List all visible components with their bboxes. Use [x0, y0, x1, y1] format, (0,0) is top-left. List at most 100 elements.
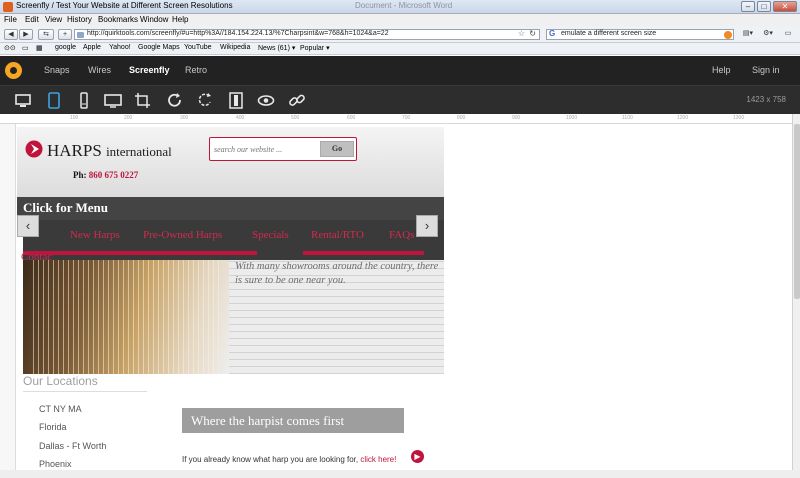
- tv-icon[interactable]: [104, 92, 122, 109]
- quirktools-logo-icon[interactable]: [5, 62, 22, 79]
- harpist-text: If you already know what harp you are lo…: [182, 455, 396, 464]
- bookmark-news[interactable]: News (61) ▾: [258, 44, 295, 52]
- menu-pre-owned-harps[interactable]: Pre-Owned Harps: [143, 229, 222, 241]
- new-tab-button[interactable]: +: [58, 29, 72, 40]
- ruler-tick: 700: [402, 115, 411, 121]
- back-button[interactable]: ◀: [4, 29, 18, 40]
- bookmark-youtube[interactable]: YouTube: [184, 44, 212, 51]
- scroll-icon[interactable]: [227, 92, 245, 109]
- search-go-icon[interactable]: [724, 31, 732, 39]
- slider-prev-button[interactable]: ‹: [17, 215, 39, 237]
- top-sites-icon[interactable]: ▦: [36, 44, 43, 52]
- vertical-ruler: [0, 124, 16, 478]
- ruler-tick: 1300: [733, 115, 745, 121]
- menu-rental-rto[interactable]: Rental/RTO: [311, 229, 364, 241]
- menu-file[interactable]: File: [4, 15, 17, 24]
- location-item[interactable]: CT NY MA: [39, 404, 82, 414]
- menu-history[interactable]: History: [67, 15, 92, 24]
- tablet-icon[interactable]: [45, 92, 63, 109]
- search-bar[interactable]: G emulate a different screen size: [546, 29, 734, 40]
- click-here-link[interactable]: click here!: [360, 455, 396, 464]
- site-favicon-icon: [77, 32, 84, 38]
- link-icon[interactable]: [288, 92, 306, 109]
- menu-toggle-label: Click for Menu: [23, 200, 108, 215]
- menu-edit[interactable]: Edit: [25, 15, 39, 24]
- menu-specials[interactable]: Specials: [252, 229, 289, 241]
- harp-strings-texture: [33, 260, 223, 374]
- bookmark-popular[interactable]: Popular ▾: [300, 44, 330, 52]
- window-icon[interactable]: ▭: [781, 29, 795, 40]
- bookmark-yahoo[interactable]: Yahoo!: [109, 44, 131, 51]
- close-button[interactable]: ✕: [773, 1, 797, 12]
- phone-icon[interactable]: [75, 92, 93, 109]
- page-menu-icon[interactable]: ▤▾: [740, 29, 756, 40]
- scrollbar-thumb[interactable]: [794, 124, 800, 299]
- ruler-tick: 100: [70, 115, 79, 121]
- menu-toggle[interactable]: Click for Menu: [17, 197, 444, 220]
- bookmark-wikipedia[interactable]: Wikipedia: [220, 44, 250, 51]
- refresh-icon[interactable]: [196, 92, 214, 109]
- menu-view[interactable]: View: [45, 15, 62, 24]
- arrow-right-icon[interactable]: ▶: [411, 450, 424, 463]
- menu-bookmarks[interactable]: Bookmarks: [98, 15, 138, 24]
- nav-screenfly[interactable]: Screenfly: [129, 65, 170, 75]
- bookmark-star-icon[interactable]: ☆: [518, 29, 525, 38]
- nav-snaps[interactable]: Snaps: [44, 65, 70, 75]
- menu-bar: File Edit View History Bookmarks Window …: [0, 14, 800, 26]
- url-text: http://quirktools.com/screenfly/#u=http%…: [87, 30, 389, 37]
- ruler-tick: 200: [124, 115, 133, 121]
- nav-retro[interactable]: Retro: [185, 65, 207, 75]
- desktop-icon[interactable]: [14, 92, 32, 109]
- menu-help[interactable]: Help: [172, 15, 188, 24]
- site-menu: New Harps Pre-Owned Harps Specials Renta…: [23, 220, 444, 260]
- reading-glasses-icon[interactable]: ⊙⊙: [4, 44, 16, 52]
- preview-icon[interactable]: [257, 92, 275, 109]
- nav-wires[interactable]: Wires: [88, 65, 111, 75]
- ruler-tick: 600: [347, 115, 356, 121]
- maximize-button[interactable]: □: [757, 1, 771, 12]
- menu-new-harps[interactable]: New Harps: [70, 229, 120, 241]
- harps-logo-icon[interactable]: [25, 139, 43, 159]
- location-item[interactable]: Phoenix: [39, 459, 72, 469]
- hero-slider: With many showrooms around the country, …: [23, 260, 444, 374]
- url-bar[interactable]: http://quirktools.com/screenfly/#u=http%…: [74, 29, 540, 40]
- screenfly-toolbar: 1423 x 758: [0, 85, 800, 114]
- horizontal-scrollbar[interactable]: [0, 470, 800, 478]
- emulated-site-frame: HARPS international Ph: 860 675 0227 Go …: [17, 127, 444, 478]
- harpist-heading-box: Where the harpist comes first: [182, 408, 404, 433]
- google-icon: G: [549, 29, 556, 38]
- bookmarks-grid-icon[interactable]: ▭: [22, 44, 29, 52]
- brand-name: HARPS: [47, 141, 102, 160]
- location-item[interactable]: Florida: [39, 422, 67, 432]
- site-search-box: Go: [209, 137, 357, 161]
- vertical-scrollbar[interactable]: [792, 114, 800, 478]
- bookmark-google-maps[interactable]: Google Maps: [138, 44, 180, 51]
- nav-help[interactable]: Help: [712, 65, 731, 75]
- location-item[interactable]: Dallas - Ft Worth: [39, 441, 106, 451]
- search-query: emulate a different screen size: [561, 30, 657, 37]
- menu-window[interactable]: Window: [140, 15, 168, 24]
- phone-label: Ph:: [73, 170, 87, 180]
- ruler-tick: 800: [457, 115, 466, 121]
- background-window-title: Document - Microsoft Word: [355, 1, 453, 10]
- forward-button[interactable]: ▶: [19, 29, 33, 40]
- site-search-button[interactable]: Go: [320, 141, 354, 157]
- custom-size-icon[interactable]: [134, 92, 152, 109]
- bookmark-apple[interactable]: Apple: [83, 44, 101, 51]
- menu-underline: [303, 251, 424, 255]
- navigation-toolbar: ◀ ▶ ⇆ + http://quirktools.com/screenfly/…: [0, 26, 800, 43]
- window-title: Screenfly / Test Your Website at Differe…: [16, 1, 233, 10]
- ruler-tick: 300: [180, 115, 189, 121]
- site-search-input[interactable]: [214, 142, 318, 156]
- site-brand[interactable]: HARPS international: [47, 141, 172, 161]
- app-icon: [3, 2, 13, 12]
- minimize-button[interactable]: –: [741, 1, 755, 12]
- rotate-icon[interactable]: [166, 92, 184, 109]
- reload-icon[interactable]: ↻: [529, 29, 536, 38]
- tabs-button[interactable]: ⇆: [38, 29, 54, 40]
- nav-sign-in[interactable]: Sign in: [752, 65, 780, 75]
- settings-gear-icon[interactable]: ⚙▾: [760, 29, 776, 40]
- menu-faqs[interactable]: FAQs: [389, 229, 414, 241]
- bookmark-google[interactable]: google: [55, 44, 76, 51]
- slider-next-button[interactable]: ›: [416, 215, 438, 237]
